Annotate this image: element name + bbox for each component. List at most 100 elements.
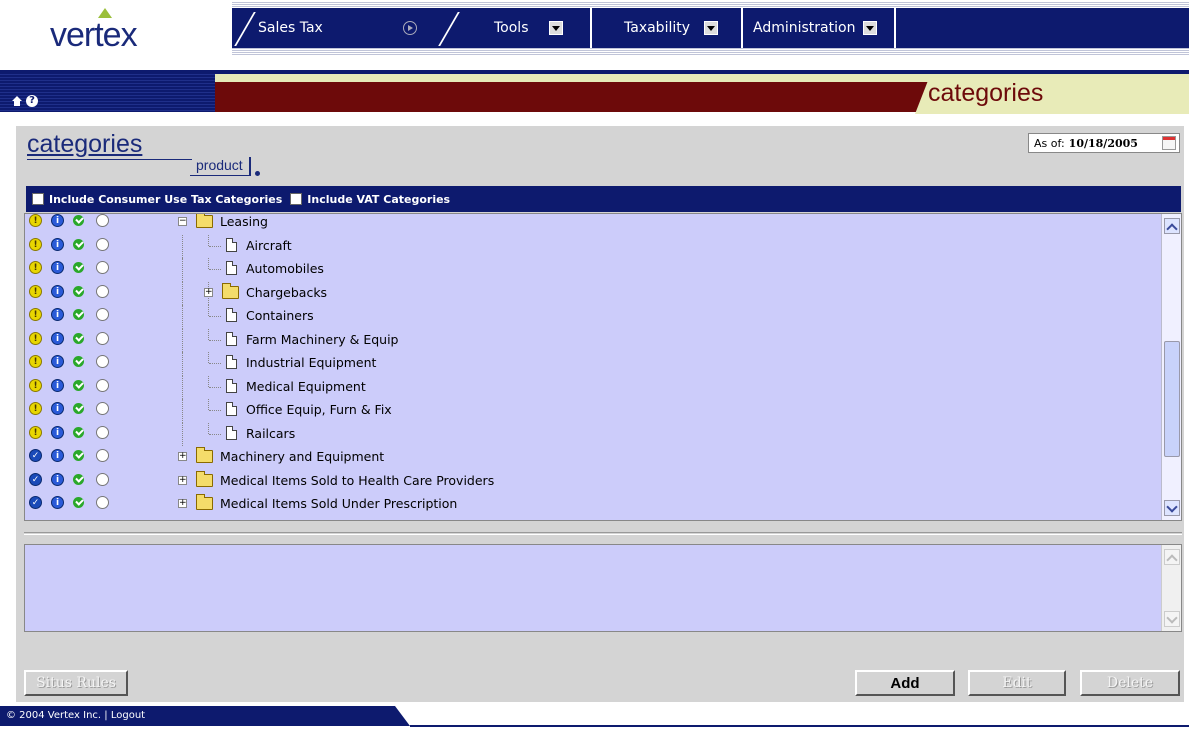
- tree-item-label[interactable]: Medical Items Sold Under Prescription: [220, 496, 457, 511]
- calendar-icon[interactable]: [1162, 136, 1176, 150]
- scroll-thumb[interactable]: [1164, 341, 1180, 457]
- status-yellow-icon[interactable]: !: [29, 214, 42, 227]
- tree-row[interactable]: ! i Medical Equipment: [25, 375, 1161, 399]
- check-icon[interactable]: [73, 426, 86, 439]
- status-yellow-icon[interactable]: !: [29, 355, 42, 368]
- dropdown-arrow-icon[interactable]: [548, 21, 563, 35]
- check-icon[interactable]: [73, 308, 86, 321]
- info-icon[interactable]: i: [51, 237, 64, 251]
- tree-row[interactable]: ! i Office Equip, Furn & Fix: [25, 399, 1161, 423]
- info-icon[interactable]: i: [51, 331, 64, 345]
- tree-row[interactable]: ! i Industrial Equipment: [25, 352, 1161, 376]
- tree-row[interactable]: ! i + Chargebacks: [25, 281, 1161, 305]
- tree-item-label[interactable]: Medical Items Sold to Health Care Provid…: [220, 473, 494, 488]
- status-yellow-icon[interactable]: !: [29, 261, 42, 274]
- dropdown-arrow-icon[interactable]: [863, 21, 878, 35]
- expand-icon[interactable]: +: [178, 475, 187, 485]
- check-icon[interactable]: [73, 496, 86, 509]
- scroll-down-icon[interactable]: [1164, 611, 1180, 627]
- status-blue-icon[interactable]: ✓: [29, 472, 42, 486]
- tree-row[interactable]: ! i Automobiles: [25, 258, 1161, 282]
- logout-link[interactable]: Logout: [111, 710, 145, 721]
- help-icon[interactable]: ?: [26, 95, 38, 107]
- edit-button[interactable]: Edit: [968, 670, 1066, 696]
- select-radio[interactable]: [96, 261, 109, 274]
- info-icon[interactable]: i: [51, 402, 64, 415]
- collapse-icon[interactable]: −: [178, 217, 187, 226]
- info-icon[interactable]: i: [51, 449, 64, 462]
- add-button[interactable]: Add: [855, 670, 955, 696]
- info-icon[interactable]: i: [51, 378, 64, 392]
- home-icon[interactable]: [12, 96, 22, 106]
- select-radio[interactable]: [96, 237, 109, 251]
- status-yellow-icon[interactable]: !: [29, 402, 42, 415]
- tree-item-label[interactable]: Railcars: [246, 426, 295, 441]
- vertex-logo[interactable]: vertex: [50, 16, 138, 55]
- select-radio[interactable]: [96, 214, 109, 227]
- category-tree[interactable]: ! i − Leasing! i Aircraft! i Automobiles! i + Char…: [24, 213, 1182, 521]
- check-icon[interactable]: [73, 402, 86, 415]
- tree-item-label[interactable]: Chargebacks: [246, 285, 327, 300]
- select-radio[interactable]: [96, 425, 109, 439]
- info-icon[interactable]: i: [51, 496, 64, 509]
- select-radio[interactable]: [96, 402, 109, 415]
- status-yellow-icon[interactable]: !: [29, 284, 42, 298]
- check-icon[interactable]: [73, 238, 86, 251]
- info-icon[interactable]: i: [51, 261, 64, 274]
- select-radio[interactable]: [96, 496, 109, 509]
- info-icon[interactable]: i: [51, 284, 64, 298]
- tree-item-label[interactable]: Industrial Equipment: [246, 355, 376, 370]
- delete-button[interactable]: Delete: [1080, 670, 1180, 696]
- info-icon[interactable]: i: [51, 308, 64, 321]
- expand-icon[interactable]: +: [204, 287, 213, 297]
- check-icon[interactable]: [73, 355, 86, 368]
- play-circle-icon[interactable]: [402, 21, 417, 35]
- as-of-date-field[interactable]: As of: 10/18/2005: [1028, 133, 1180, 153]
- info-icon[interactable]: i: [51, 355, 64, 368]
- check-icon[interactable]: [73, 261, 86, 274]
- tree-item-label[interactable]: Farm Machinery & Equip: [246, 332, 399, 347]
- tree-scrollbar[interactable]: [1161, 214, 1181, 520]
- check-icon[interactable]: [73, 214, 86, 227]
- status-yellow-icon[interactable]: !: [29, 331, 42, 345]
- tree-item-label[interactable]: Automobiles: [246, 261, 324, 276]
- tree-row[interactable]: ! i Farm Machinery & Equip: [25, 328, 1161, 352]
- tree-row[interactable]: ✓ i + Medical Items Sold to Health Care Pro…: [25, 470, 1161, 494]
- tree-item-label[interactable]: Containers: [246, 308, 314, 323]
- check-icon[interactable]: [73, 285, 86, 298]
- tree-item-label[interactable]: Aircraft: [246, 238, 292, 253]
- select-radio[interactable]: [96, 449, 109, 462]
- status-yellow-icon[interactable]: !: [29, 237, 42, 251]
- tree-row[interactable]: ! i Containers: [25, 305, 1161, 329]
- check-icon[interactable]: [73, 332, 86, 345]
- nav-tools[interactable]: Tools: [494, 8, 563, 48]
- check-icon[interactable]: [73, 473, 86, 486]
- tree-row[interactable]: ! i − Leasing: [25, 214, 1161, 235]
- situs-rules-button[interactable]: Situs Rules: [24, 670, 128, 696]
- consumer-use-checkbox[interactable]: [32, 193, 44, 205]
- tree-row[interactable]: ✓ i + Machinery and Equipment: [25, 446, 1161, 470]
- status-blue-icon[interactable]: ✓: [29, 449, 42, 462]
- select-radio[interactable]: [96, 331, 109, 345]
- tree-item-label[interactable]: Medical Equipment: [246, 379, 366, 394]
- scroll-up-icon[interactable]: [1164, 218, 1180, 234]
- info-icon[interactable]: i: [51, 425, 64, 439]
- scroll-down-icon[interactable]: [1164, 500, 1180, 516]
- nav-taxability[interactable]: Taxability: [624, 8, 719, 48]
- check-icon[interactable]: [73, 379, 86, 392]
- scroll-up-icon[interactable]: [1164, 549, 1180, 565]
- description-scrollbar[interactable]: [1161, 545, 1181, 631]
- status-yellow-icon[interactable]: !: [29, 425, 42, 439]
- vat-checkbox[interactable]: [290, 193, 303, 205]
- tree-item-label[interactable]: Leasing: [220, 214, 268, 229]
- status-blue-icon[interactable]: ✓: [29, 496, 42, 509]
- tree-row[interactable]: ! i Railcars: [25, 422, 1161, 446]
- info-icon[interactable]: i: [51, 472, 64, 486]
- check-icon[interactable]: [73, 449, 86, 462]
- dropdown-arrow-icon[interactable]: [704, 21, 719, 35]
- nav-administration[interactable]: Administration: [753, 8, 878, 48]
- nav-sales-tax[interactable]: Sales Tax: [258, 8, 417, 48]
- expand-icon[interactable]: +: [178, 452, 187, 461]
- expand-icon[interactable]: +: [178, 499, 187, 508]
- select-radio[interactable]: [96, 284, 109, 298]
